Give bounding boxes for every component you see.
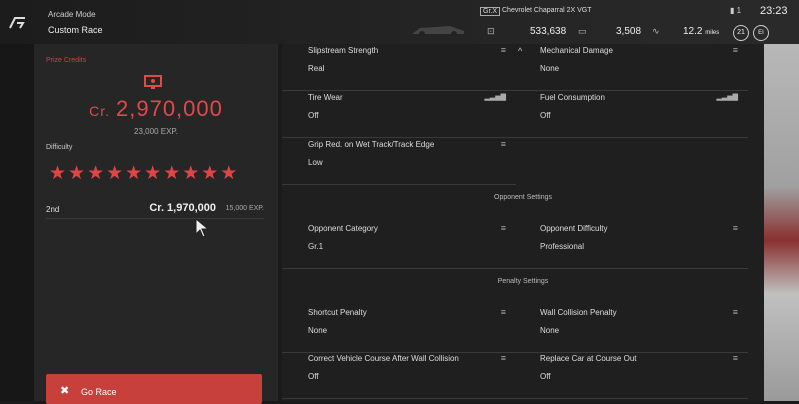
distance-stat: 12.2 miles xyxy=(683,26,720,37)
go-race-button[interactable]: ✖ Go Race xyxy=(46,374,262,404)
prize-credits-label: Prize Credits xyxy=(46,57,87,64)
setting-shortcut-penalty[interactable]: Shortcut Penalty None ≡ xyxy=(282,306,516,353)
battery-indicator: ▮ 1 xyxy=(730,6,742,15)
race-title: Custom Race xyxy=(48,25,103,35)
prize-exp: 23,000 EXP. xyxy=(134,127,178,136)
mode-label: Arcade Mode xyxy=(48,10,96,19)
credits-stat: 533,638 xyxy=(530,26,567,37)
mileage-stat: 3,508 xyxy=(616,26,642,37)
signal-bars-icon: ▂▃▅▇ xyxy=(716,94,738,101)
penalty-settings-header: Penalty Settings xyxy=(497,278,549,285)
go-race-label: Go Race xyxy=(81,387,117,397)
setting-opponent-difficulty[interactable]: Opponent Difficulty Professional ≡ xyxy=(514,222,748,269)
level-badge: 21 xyxy=(733,25,749,41)
race-summary-panel: Prize Credits Cr. 2,970,000 23,000 EXP. D… xyxy=(34,44,278,401)
second-place-row: 2nd Cr. 1,970,000 15,000 EXP. xyxy=(46,202,264,219)
wallet-icon: ⊡ xyxy=(487,26,495,36)
setting-grip-reduction[interactable]: Grip Red. on Wet Track/Track Edge Low ≡ xyxy=(282,138,516,185)
trend-icon: ∿ xyxy=(652,26,660,36)
second-place-exp: 15,000 EXP. xyxy=(225,205,264,212)
setting-correct-course[interactable]: Correct Vehicle Course After Wall Collis… xyxy=(282,352,516,399)
menu-icon: ≡ xyxy=(500,139,506,149)
mileage-icon: ▭ xyxy=(578,26,587,36)
checkered-flag-icon: ✖ xyxy=(60,385,70,397)
menu-icon: ≡ xyxy=(500,223,506,233)
setting-replace-car[interactable]: Replace Car at Course Out Off ≡ xyxy=(514,352,748,399)
setting-slipstream[interactable]: Slipstream Strength Real ≡ xyxy=(282,44,516,91)
menu-icon: ≡ xyxy=(500,353,506,363)
car-class-badge: Gr.X xyxy=(480,7,501,16)
clock: 23:23 xyxy=(760,5,788,17)
second-place-credits: Cr. 1,970,000 xyxy=(149,202,216,214)
menu-icon: ≡ xyxy=(732,353,738,363)
setting-mechanical-damage[interactable]: Mechanical Damage None ≡ xyxy=(514,44,748,91)
car-thumbnail-icon xyxy=(412,26,464,37)
top-bar: Arcade Mode Custom Race Gr.X Chevrolet C… xyxy=(0,0,799,44)
cursor-icon xyxy=(195,218,209,238)
opponent-settings-header: Opponent Settings xyxy=(494,194,552,201)
prize-icon xyxy=(144,75,162,89)
prize-credits-amount: Cr. 2,970,000 xyxy=(89,96,223,121)
menu-icon: ≡ xyxy=(500,45,506,55)
car-name: Chevrolet Chaparral 2X VGT xyxy=(502,7,592,14)
menu-icon: ≡ xyxy=(732,307,738,317)
gt-logo-icon xyxy=(9,17,25,29)
ei-badge: EI xyxy=(753,25,769,41)
menu-icon: ≡ xyxy=(500,307,506,317)
setting-opponent-category[interactable]: Opponent Category Gr.1 ≡ xyxy=(282,222,516,269)
setting-wall-collision-penalty[interactable]: Wall Collision Penalty None ≡ xyxy=(514,306,748,353)
race-settings-panel: ^ Slipstream Strength Real ≡ Mechanical … xyxy=(282,44,764,401)
menu-icon: ≡ xyxy=(732,223,738,233)
setting-fuel-consumption[interactable]: Fuel Consumption Off ▂▃▅▇ xyxy=(514,91,748,138)
signal-bars-icon: ▂▃▅▇ xyxy=(484,94,506,101)
setting-tire-wear[interactable]: Tire Wear Off ▂▃▅▇ xyxy=(282,91,516,138)
position-label: 2nd xyxy=(46,205,60,214)
menu-icon: ≡ xyxy=(732,45,738,55)
background-car-image xyxy=(764,44,799,401)
difficulty-label: Difficulty xyxy=(46,144,73,151)
left-strip xyxy=(0,44,34,401)
difficulty-stars: ★★★★★★★★★★ xyxy=(49,163,240,184)
